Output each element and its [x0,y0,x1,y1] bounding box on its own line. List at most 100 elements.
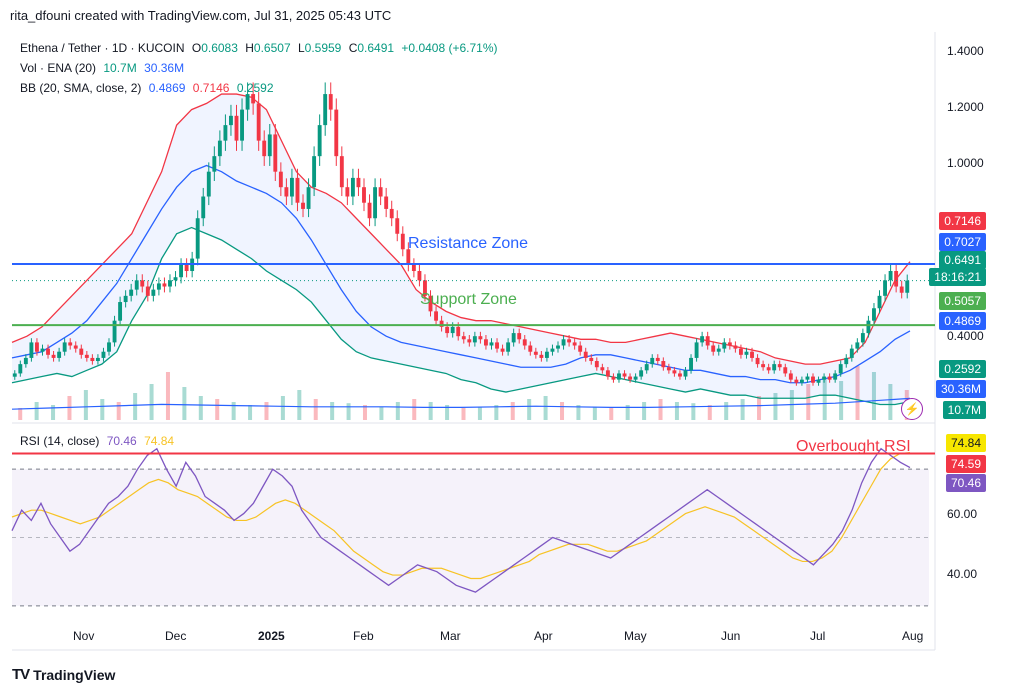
volume-bar [34,402,39,420]
volume-bar [510,402,515,420]
candle-body [872,308,876,321]
volume-bar [527,399,532,420]
candle-body [456,326,461,337]
candle-body [794,379,799,383]
candle-body [689,357,693,371]
candle-body [506,342,511,352]
candle-body [112,320,117,343]
candle-body [417,271,422,281]
candle-body [389,208,394,219]
candle-body [605,370,610,377]
candle-body [822,376,827,380]
candle-body [860,333,865,343]
high-value: 0.6507 [253,41,291,55]
candle-body [489,342,494,346]
candle-body [223,125,228,141]
volume-bar [346,403,351,420]
candle-body [134,280,139,290]
volume-ma-axis-label: 30.36M [935,380,986,398]
candle-body [151,289,156,296]
candle-body [461,336,466,340]
candle-body [95,357,100,362]
volume-bar [248,405,253,420]
candle-body [73,345,78,349]
candle-body [339,156,344,188]
volume-bar [674,402,679,420]
price-tick: 1.0000 [947,156,984,170]
candle-body [761,364,766,368]
candle-body [594,361,599,368]
candle-body [356,177,361,188]
bb-upper-axis-label: 0.7146 [939,212,986,230]
volume-bar [543,396,548,420]
volume-bar [330,402,335,420]
rsi-legend: RSI (14, close) 70.46 74.84 [20,434,178,448]
candle-body [727,342,732,346]
candle-body [395,218,400,234]
resistance-zone-label: Resistance Zone [408,235,529,252]
candle-body [783,367,788,374]
candle-body [162,283,167,287]
tradingview-brand[interactable]: TV TradingView [12,666,115,683]
bb-label: BB (20, SMA, close, 2) [20,81,142,95]
lightning-icon[interactable]: ⚡ [901,398,923,420]
volume-bar [215,399,220,420]
candle-body [617,373,621,380]
candle-body [666,367,671,371]
candle-body [195,218,200,259]
candle-body [788,373,793,380]
candle-body [156,283,161,290]
candle-body [256,103,261,141]
candle-body [572,342,577,346]
volume-bar [18,408,23,420]
volume-bar [165,372,170,420]
volume-bar [133,393,138,420]
candle-body [51,354,56,358]
x-axis-tick: Jul [810,629,826,643]
volume-bar [658,399,663,420]
candle-body [217,140,222,157]
candle-body [600,367,605,371]
candle-body [201,196,206,219]
candle-body [805,376,810,380]
candle-body [799,379,804,383]
candle-body [317,125,322,157]
candle-body [539,354,544,358]
candle-body [62,342,67,352]
bb-upper-value: 0.7146 [192,81,230,95]
candle-body [556,345,560,349]
candle-body [550,348,555,352]
candle-body [40,348,45,352]
candle-body [611,376,616,380]
bb-legend: BB (20, SMA, close, 2) 0.4869 0.7146 0.2… [20,81,278,95]
low-label: L [297,41,305,55]
candle-body [411,264,416,272]
bb-lower-value: 0.2592 [236,81,274,95]
bb-lower-axis-label: 0.2592 [939,360,986,378]
candle-body [589,357,594,362]
candle-body [811,376,815,383]
chart-canvas[interactable] [0,0,1024,693]
overbought-axis-label: 74.59 [945,455,986,473]
candle-body [772,364,777,371]
volume-value: 10.7M [103,61,137,75]
x-axis-tick: Dec [165,629,187,643]
support-axis-label: 0.5057 [939,292,986,310]
tradingview-logo-icon: TV [12,666,30,683]
volume-bar [707,405,712,420]
candle-body [362,187,366,203]
candle-body [511,333,516,343]
rsi-tick: 60.00 [947,507,978,521]
rsi-label: RSI (14, close) [20,434,100,448]
candle-body [644,364,649,371]
rsi-ma-value: 74.84 [144,434,175,448]
volume-bar [609,408,614,420]
candle-body [750,351,754,358]
rsi-ma-axis-label: 74.84 [945,434,986,452]
volume-legend: Vol · ENA (20) 10.7M 30.36M [20,61,188,75]
volume-bar [149,384,154,420]
x-axis-tick: Jun [721,629,741,643]
volume-bar [395,402,400,420]
candle-body [79,348,84,355]
candle-body [345,187,350,197]
